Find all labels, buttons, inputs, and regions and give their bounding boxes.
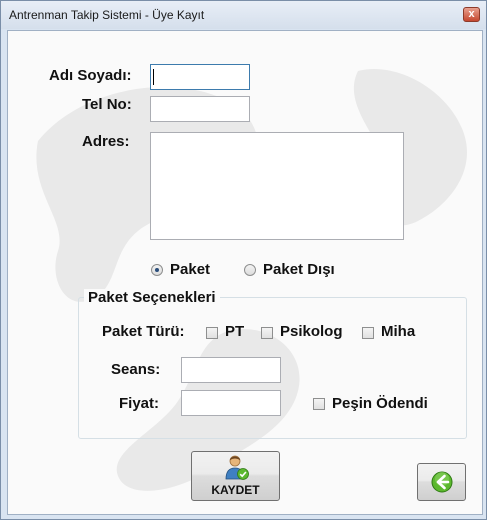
non-package-radio-label: Paket Dışı (263, 261, 335, 278)
package-radio[interactable] (151, 264, 163, 276)
sessions-label: Seans: (111, 361, 161, 378)
close-icon: x (468, 8, 475, 20)
miha-checkbox-label: Miha (381, 323, 416, 340)
arrow-left-icon (431, 471, 453, 493)
window: Antrenman Takip Sistemi - Üye Kayıt x Ad… (0, 0, 487, 520)
non-package-radio[interactable] (244, 264, 256, 276)
phone-field[interactable] (150, 96, 250, 122)
close-button[interactable]: x (463, 7, 480, 22)
save-button[interactable]: KAYDET (191, 451, 280, 501)
window-title: Antrenman Takip Sistemi - Üye Kayıt (9, 8, 205, 22)
price-field[interactable] (181, 390, 281, 416)
name-label: Adı Soyadı: (49, 67, 132, 84)
save-button-label: KAYDET (211, 483, 260, 497)
form-area: Adı Soyadı: Tel No: Adres: Paket Paket D… (7, 30, 483, 515)
address-field[interactable] (150, 132, 404, 240)
psikolog-checkbox-label: Psikolog (280, 323, 343, 340)
paid-checkbox-label: Peşin Ödendi (332, 395, 428, 412)
psikolog-checkbox[interactable] (261, 327, 273, 339)
text-caret (153, 69, 154, 85)
address-label: Adres: (82, 133, 130, 150)
radio-selected-dot (155, 268, 159, 272)
pt-checkbox[interactable] (206, 327, 218, 339)
miha-checkbox[interactable] (362, 327, 374, 339)
package-options-title: Paket Seçenekleri (84, 289, 220, 306)
phone-label: Tel No: (82, 96, 132, 113)
sessions-field[interactable] (181, 357, 281, 383)
title-bar[interactable]: Antrenman Takip Sistemi - Üye Kayıt x (1, 1, 486, 29)
package-type-label: Paket Türü: (102, 323, 185, 340)
back-button[interactable] (417, 463, 466, 501)
price-label: Fiyat: (119, 395, 160, 412)
user-check-icon (225, 455, 249, 480)
name-field[interactable] (150, 64, 250, 90)
pt-checkbox-label: PT (225, 323, 245, 340)
paid-checkbox[interactable] (313, 398, 325, 410)
package-radio-label: Paket (170, 261, 211, 278)
